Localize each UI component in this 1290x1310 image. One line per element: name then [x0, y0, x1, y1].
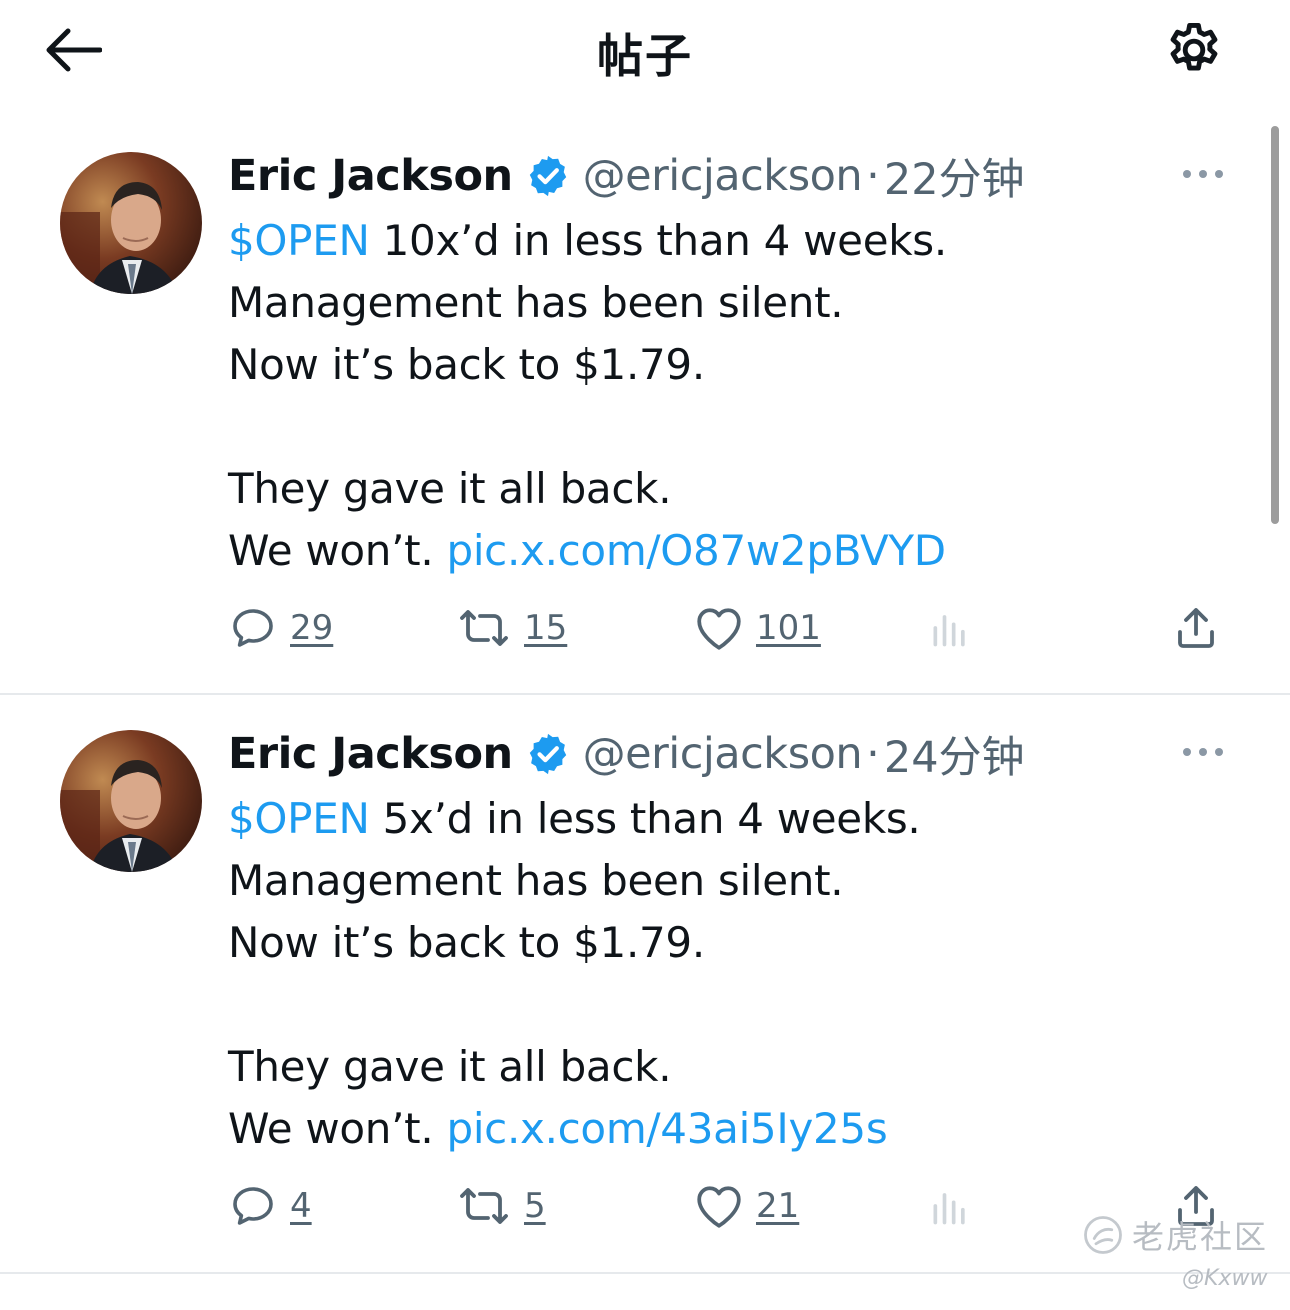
divider	[0, 1272, 1290, 1274]
avatar[interactable]	[60, 730, 202, 872]
author-handle[interactable]: @ericjackson	[583, 151, 863, 201]
retweet-icon	[460, 1188, 508, 1224]
timestamp[interactable]: 22分钟	[884, 145, 1025, 207]
action-bar: 29 15 101	[228, 598, 1238, 658]
tweet-text: $OPEN 5x’d in less than 4 weeks. Managem…	[228, 788, 1248, 1160]
more-horizontal-icon	[1183, 170, 1223, 178]
retweet-icon	[460, 610, 508, 646]
more-options-button[interactable]	[1178, 736, 1228, 768]
like-button[interactable]: 21	[694, 1176, 799, 1236]
tweet-line-text: We won’t.	[228, 526, 447, 575]
tweet-line: We won’t. pic.x.com/O87w2pBVYD	[228, 520, 1248, 582]
avatar-photo	[60, 730, 202, 872]
separator: ·	[866, 151, 880, 201]
media-link[interactable]: pic.x.com/43ai5Iy25s	[446, 1104, 887, 1153]
reply-icon	[233, 1187, 273, 1225]
tweet-line: $OPEN 10x’d in less than 4 weeks.	[228, 210, 1248, 272]
views-button[interactable]	[928, 1176, 972, 1236]
tweet-header: Eric Jackson @ericjackson · 22分钟	[228, 145, 1025, 207]
analytics-icon	[933, 615, 965, 647]
timestamp[interactable]: 24分钟	[884, 723, 1025, 785]
tweet-line: We won’t. pic.x.com/43ai5Iy25s	[228, 1098, 1248, 1160]
retweet-count: 15	[524, 608, 568, 648]
watermark-brand: 老虎社区	[1132, 1218, 1269, 1256]
avatar[interactable]	[60, 152, 202, 294]
retweet-button[interactable]: 15	[456, 598, 567, 658]
retweet-button[interactable]: 5	[456, 1176, 546, 1236]
more-options-button[interactable]	[1178, 158, 1228, 190]
top-bar: 帖子	[0, 0, 1290, 110]
share-icon	[1178, 608, 1214, 648]
tweet-line: Now it’s back to $1.79.	[228, 918, 705, 967]
settings-button[interactable]	[1160, 18, 1228, 82]
like-count: 101	[756, 608, 821, 648]
reply-button[interactable]: 29	[228, 598, 333, 658]
author-name[interactable]: Eric Jackson	[228, 729, 513, 779]
separator: ·	[866, 729, 880, 779]
avatar-photo	[60, 152, 202, 294]
gear-icon	[1170, 23, 1218, 71]
more-horizontal-icon	[1183, 748, 1223, 756]
watermark: 老虎社区	[1082, 1212, 1268, 1258]
tweet-line: They gave it all back.	[228, 1042, 672, 1091]
views-button[interactable]	[928, 598, 972, 658]
tweet-line-text: 10x’d in less than 4 weeks.	[369, 216, 948, 265]
tweet[interactable]: Eric Jackson @ericjackson · 24分钟 $OPEN 5…	[0, 708, 1290, 1272]
page-title: 帖子	[597, 29, 693, 83]
media-link[interactable]: pic.x.com/O87w2pBVYD	[446, 526, 946, 575]
watermark-handle: @Kxww	[1182, 1266, 1268, 1291]
tweet-line: Now it’s back to $1.79.	[228, 340, 705, 389]
tweet-line-text: We won’t.	[228, 1104, 447, 1153]
divider	[0, 693, 1290, 695]
share-button[interactable]	[1172, 598, 1220, 658]
cashtag-link[interactable]: $OPEN	[228, 216, 370, 265]
author-handle[interactable]: @ericjackson	[583, 729, 863, 779]
heart-icon	[697, 1186, 741, 1228]
reply-count: 29	[290, 608, 334, 648]
reply-button[interactable]: 4	[228, 1176, 312, 1236]
analytics-icon	[933, 1193, 965, 1225]
like-count: 21	[756, 1186, 800, 1226]
like-button[interactable]: 101	[694, 598, 821, 658]
author-name[interactable]: Eric Jackson	[228, 151, 513, 201]
tweet[interactable]: Eric Jackson @ericjackson · 22分钟 $OPEN 1…	[0, 130, 1290, 694]
tweet-line-text: 5x’d in less than 4 weeks.	[369, 794, 921, 843]
retweet-count: 5	[524, 1186, 546, 1226]
reply-count: 4	[290, 1186, 312, 1226]
tweet-line: They gave it all back.	[228, 464, 672, 513]
cashtag-link[interactable]: $OPEN	[228, 794, 370, 843]
heart-icon	[697, 608, 741, 650]
verified-badge-icon	[529, 155, 566, 197]
tweet-text: $OPEN 10x’d in less than 4 weeks. Manage…	[228, 210, 1248, 582]
tiger-logo-icon	[1084, 1216, 1122, 1254]
tweet-header: Eric Jackson @ericjackson · 24分钟	[228, 723, 1025, 785]
reply-icon	[233, 609, 273, 647]
verified-badge-icon	[529, 733, 566, 775]
tweet-line: Management has been silent.	[228, 278, 844, 327]
tweet-line: Management has been silent.	[228, 856, 844, 905]
tweet-line: $OPEN 5x’d in less than 4 weeks.	[228, 788, 1248, 850]
